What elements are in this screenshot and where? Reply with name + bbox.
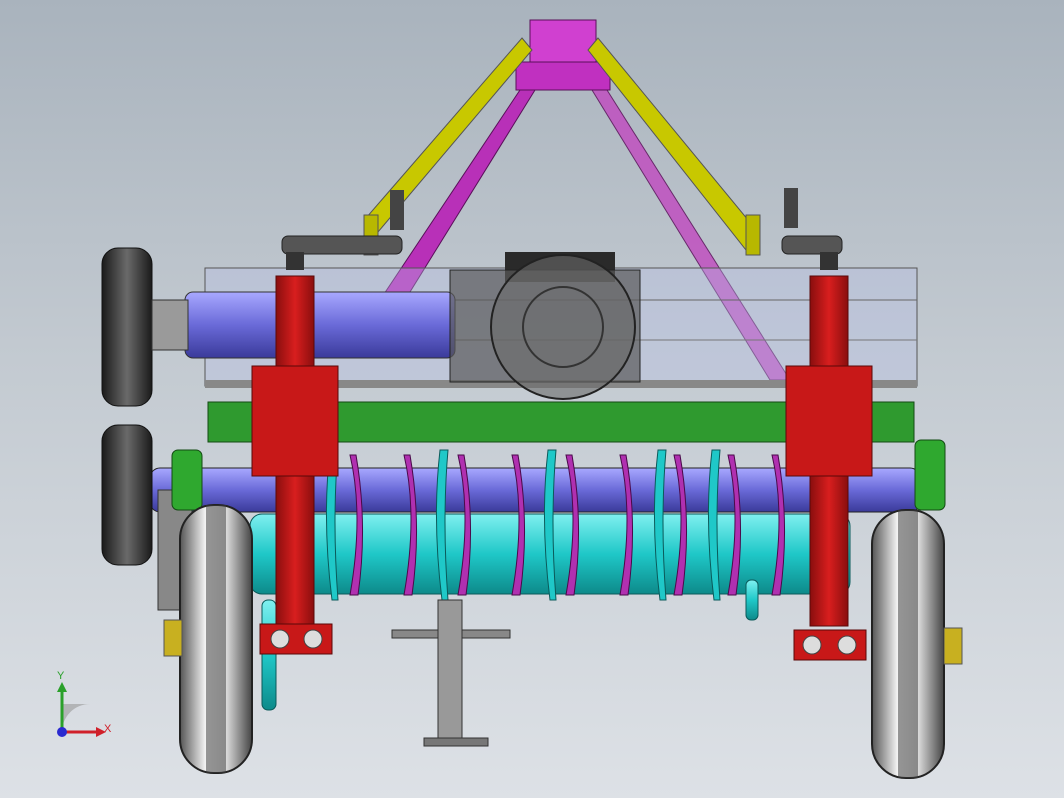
drive-pulleys[interactable] [101,247,193,611]
x-axis-label: X [104,723,112,735]
triad-axes-icon [57,682,106,737]
y-axis-label: Y [57,670,65,682]
coordinate-triad: Y X [40,670,130,752]
center-stand[interactable] [391,599,511,747]
left-gear-hub[interactable] [171,449,203,511]
gearbox[interactable] [449,252,641,400]
z-axis-dot [57,727,67,737]
cad-graphics-viewport[interactable]: Y X [0,0,1064,798]
machine-3d-model[interactable] [0,0,1064,798]
right-gear-hub[interactable] [914,439,946,511]
drive-shaft-housing[interactable] [184,291,456,359]
right-wheel[interactable] [871,509,963,779]
